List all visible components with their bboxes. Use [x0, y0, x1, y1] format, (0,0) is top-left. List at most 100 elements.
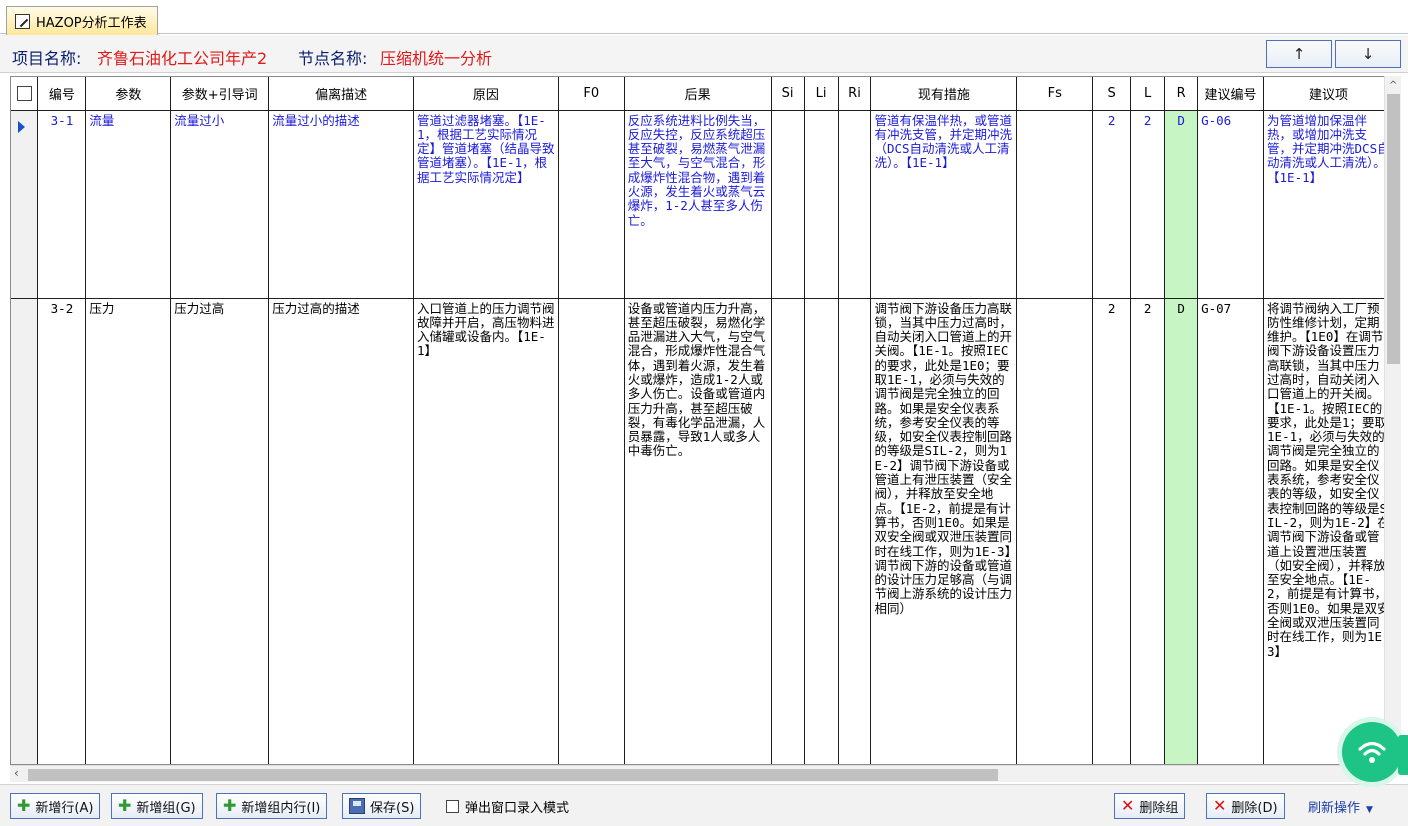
col-header-ri[interactable]: Ri [838, 77, 872, 111]
arrow-down-icon: ↓ [1361, 45, 1375, 63]
col-header-rec-no[interactable]: 建议编号 [1197, 77, 1265, 111]
cell-deviation[interactable]: 压力过高的描述 [268, 298, 414, 764]
save-button[interactable]: 保存(S) [342, 793, 422, 819]
table-row[interactable]: 3-2 压力 压力过高 压力过高的描述 入口管道上的压力调节阀故障并开启，高压物… [11, 298, 1394, 764]
col-header-s[interactable]: S [1092, 77, 1132, 111]
delete-label: 删除(D) [1231, 800, 1278, 816]
col-header-r[interactable]: R [1164, 77, 1199, 111]
cell-param-guide[interactable]: 压力过高 [170, 298, 270, 764]
cell-param[interactable]: 压力 [85, 298, 172, 764]
col-header-l[interactable]: L [1130, 77, 1166, 111]
cell-id[interactable]: 3-1 [37, 110, 87, 299]
node-name-label: 节点名称: [298, 49, 368, 68]
cell-rec[interactable]: 为管道增加保温伴热，或增加冲洗支管，并定期冲洗DCS自动清洗或人工清洗）。【1E… [1263, 110, 1394, 299]
delete-group-button[interactable]: ✕ 删除组 [1114, 793, 1186, 819]
move-down-button[interactable]: ↓ [1335, 40, 1401, 68]
arrow-up-icon: ↑ [1292, 45, 1306, 63]
cell-l[interactable]: 2 [1130, 298, 1166, 764]
cell-s[interactable]: 2 [1092, 110, 1132, 299]
cell-s[interactable]: 2 [1092, 298, 1132, 764]
cell-li[interactable] [804, 298, 839, 764]
popup-mode-checkbox[interactable] [446, 800, 459, 813]
save-icon [349, 798, 365, 814]
tab-label: HAZOP分析工作表 [36, 15, 147, 31]
vertical-scrollbar[interactable]: ^ [1384, 76, 1401, 765]
cell-si[interactable] [771, 110, 805, 299]
select-all-checkbox[interactable] [16, 85, 32, 101]
add-group-button[interactable]: ✚ 新增组(G) [111, 793, 203, 819]
col-header-cause[interactable]: 原因 [413, 77, 559, 111]
cell-measures[interactable]: 管道有保温伴热，或管道有冲洗支管，并定期冲洗（DCS自动清洗或人工清洗）。【1E… [870, 110, 1018, 299]
add-group-label: 新增组(G) [136, 800, 196, 816]
cell-deviation[interactable]: 流量过小的描述 [268, 110, 414, 299]
row-indicator[interactable] [11, 298, 39, 764]
cell-consequence[interactable]: 设备或管道内压力升高，甚至超压破裂，易燃化学品泄漏进入大气，与空气混合，形成爆炸… [624, 298, 772, 764]
floating-wifi-button[interactable] [1342, 722, 1402, 782]
col-header-deviation[interactable]: 偏离描述 [268, 77, 414, 111]
tab-hazop-worksheet[interactable]: HAZOP分析工作表 [6, 6, 158, 35]
hazop-worksheet-window: HAZOP分析工作表 项目名称: 齐鲁石油化工公司年产2 节点名称: 压缩机统一… [0, 0, 1408, 826]
add-group-row-label: 新增组内行(I) [241, 800, 321, 816]
horizontal-scroll-thumb[interactable] [28, 769, 998, 781]
project-info-bar: 项目名称: 齐鲁石油化工公司年产2 节点名称: 压缩机统一分析 ↑ ↓ [0, 35, 1408, 73]
side-panel-tab[interactable] [1398, 735, 1408, 775]
add-row-button[interactable]: ✚ 新增行(A) [10, 793, 101, 819]
cell-fs[interactable] [1016, 298, 1094, 764]
delete-x-icon: ✕ [1213, 796, 1227, 815]
cell-rec[interactable]: 将调节阀纳入工厂预防性维修计划，定期维护。【1E0】在调节阀下游设备设置压力高联… [1263, 298, 1394, 764]
refresh-operation-menu[interactable]: 刷新操作 ▼ [1308, 797, 1373, 816]
plus-icon: ✚ [17, 796, 31, 815]
cell-r[interactable]: D [1164, 298, 1199, 764]
col-header-param[interactable]: 参数 [85, 77, 172, 111]
cell-f0[interactable] [558, 298, 625, 764]
caret-down-icon: ▼ [1366, 805, 1373, 815]
col-header-consequence[interactable]: 后果 [624, 77, 772, 111]
col-header-measures[interactable]: 现有措施 [870, 77, 1018, 111]
project-name-label: 项目名称: [12, 49, 82, 68]
col-header-f0[interactable]: F0 [558, 77, 625, 111]
vertical-scroll-thumb[interactable] [1387, 94, 1400, 364]
hazop-table: 编号 参数 参数+引导词 偏离描述 原因 F0 后果 Si Li Ri 现有措施… [11, 77, 1394, 764]
cell-l[interactable]: 2 [1130, 110, 1166, 299]
cell-measures[interactable]: 调节阀下游设备压力高联锁，当其中压力过高时，自动关闭入口管道上的开关阀。【1E-… [870, 298, 1018, 764]
select-all-cell[interactable] [11, 77, 39, 111]
col-header-si[interactable]: Si [771, 77, 805, 111]
project-name-value: 齐鲁石油化工公司年产2 [97, 49, 268, 68]
popup-mode-toggle[interactable]: 弹出窗口录入模式 [446, 797, 569, 816]
col-header-param-guide[interactable]: 参数+引导词 [170, 77, 270, 111]
cell-consequence[interactable]: 反应系统进料比例失当，反应失控，反应系统超压甚至破裂，易燃蒸气泄漏至大气，与空气… [624, 110, 772, 299]
row-pointer-icon [18, 120, 25, 133]
row-indicator[interactable] [11, 110, 39, 299]
delete-button[interactable]: ✕ 删除(D) [1206, 793, 1285, 819]
popup-mode-label: 弹出窗口录入模式 [465, 801, 570, 816]
cell-f0[interactable] [558, 110, 625, 299]
table-row[interactable]: 3-1 流量 流量过小 流量过小的描述 管道过滤器堵塞。【1E-1，根据工艺实际… [11, 110, 1394, 299]
cell-fs[interactable] [1016, 110, 1094, 299]
col-header-id[interactable]: 编号 [37, 77, 87, 111]
scroll-up-icon[interactable]: ^ [1389, 80, 1397, 91]
cell-cause[interactable]: 管道过滤器堵塞。【1E-1，根据工艺实际情况定】管道堵塞（结晶导致管道堵塞）。【… [413, 110, 559, 299]
horizontal-scrollbar[interactable]: ‹ [10, 765, 1384, 782]
cell-id[interactable]: 3-2 [37, 298, 87, 764]
cell-r[interactable]: D [1164, 110, 1199, 299]
cell-si[interactable] [771, 298, 805, 764]
cell-rec-no[interactable]: G-06 [1197, 110, 1265, 299]
hazop-grid: 编号 参数 参数+引导词 偏离描述 原因 F0 后果 Si Li Ri 现有措施… [10, 76, 1395, 765]
add-row-label: 新增行(A) [35, 800, 94, 816]
cell-li[interactable] [804, 110, 839, 299]
move-up-button[interactable]: ↑ [1266, 40, 1332, 68]
edit-sheet-icon [15, 13, 30, 29]
cell-cause[interactable]: 入口管道上的压力调节阀故障并开启，高压物料进入储罐或设备内。【1E-1】 [413, 298, 559, 764]
col-header-rec[interactable]: 建议项 [1263, 77, 1394, 111]
cell-ri[interactable] [838, 110, 872, 299]
cell-rec-no[interactable]: G-07 [1197, 298, 1265, 764]
plus-icon: ✚ [118, 796, 132, 815]
cell-param[interactable]: 流量 [85, 110, 172, 299]
col-header-fs[interactable]: Fs [1016, 77, 1094, 111]
cell-param-guide[interactable]: 流量过小 [170, 110, 270, 299]
add-group-row-button[interactable]: ✚ 新增组内行(I) [216, 793, 328, 819]
scroll-left-icon[interactable]: ‹ [14, 766, 19, 780]
bottom-toolbar: ✚ 新增行(A) ✚ 新增组(G) ✚ 新增组内行(I) 保存(S) 弹出窗口录… [0, 784, 1408, 826]
cell-ri[interactable] [838, 298, 872, 764]
col-header-li[interactable]: Li [804, 77, 839, 111]
